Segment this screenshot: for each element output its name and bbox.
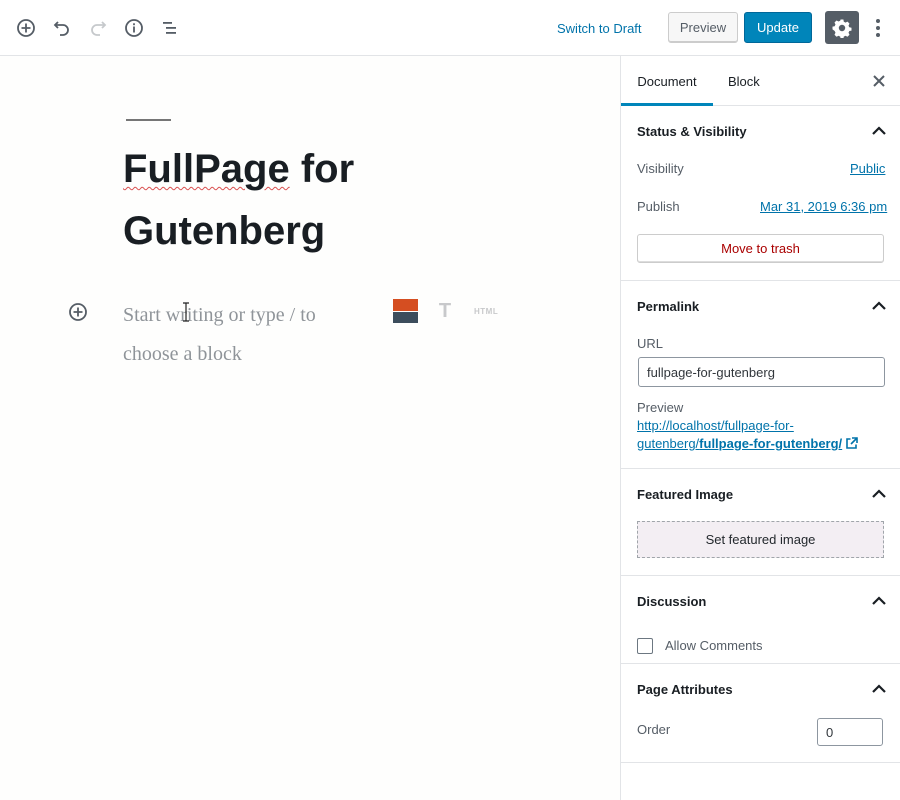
chevron-up-icon[interactable] — [871, 594, 887, 608]
block-inserter-button[interactable] — [67, 301, 89, 323]
external-link-icon[interactable] — [845, 437, 858, 450]
sidebar-tabs: Document Block — [621, 56, 900, 106]
allow-comments-label[interactable]: Allow Comments — [665, 638, 763, 653]
url-label: URL — [637, 336, 664, 351]
preview-link-slug[interactable]: fullpage-for-gutenberg/ — [699, 436, 842, 451]
chevron-up-icon[interactable] — [871, 682, 887, 696]
publish-label: Publish — [637, 199, 680, 214]
chevron-up-icon[interactable] — [871, 124, 887, 138]
publish-date-toggle[interactable]: Mar 31, 2019 6:36 pm — [760, 199, 887, 214]
preview-link-mid[interactable]: gutenberg/ — [637, 436, 699, 451]
chevron-up-icon[interactable] — [871, 487, 887, 501]
block-navigation-icon[interactable] — [156, 14, 184, 42]
url-slug-input[interactable] — [638, 357, 885, 387]
redo-icon[interactable] — [84, 14, 112, 42]
update-button[interactable]: Update — [744, 12, 812, 43]
order-input[interactable] — [817, 718, 883, 746]
close-icon — [873, 75, 885, 87]
header-toolbar: Switch to Draft Preview Update — [0, 0, 900, 56]
settings-button[interactable] — [825, 11, 859, 44]
post-title-line2: Gutenberg — [123, 209, 326, 253]
panel-page-attributes: Page Attributes Order — [621, 664, 900, 763]
panel-featured-image-toggle[interactable]: Featured Image — [637, 469, 885, 519]
order-label: Order — [637, 722, 671, 737]
info-icon[interactable] — [120, 14, 148, 42]
settings-sidebar: Document Block Status & Visibility Visib… — [620, 56, 900, 800]
heading-block-icon[interactable]: T — [437, 300, 453, 323]
set-featured-image-button[interactable]: Set featured image — [637, 521, 884, 558]
post-title-word: FullPage — [123, 147, 290, 191]
block-shortcuts: T HTML — [393, 298, 498, 324]
more-menu-button[interactable] — [868, 14, 888, 42]
preview-link-start[interactable]: http://localhost/fullpage-for- — [637, 418, 794, 433]
preview-label: Preview — [637, 400, 684, 415]
gallery-block-icon[interactable] — [393, 299, 418, 323]
post-title-rest: for — [289, 147, 355, 191]
visibility-label: Visibility — [637, 161, 684, 176]
text-cursor-icon — [181, 302, 191, 322]
panel-permalink: Permalink URL Preview http://localhost/f… — [621, 281, 900, 469]
panel-status-visibility-toggle[interactable]: Status & Visibility — [637, 106, 885, 156]
block-placeholder[interactable]: Start writing or type / to choose a bloc… — [123, 296, 373, 374]
add-block-icon[interactable] — [12, 14, 40, 42]
preview-button[interactable]: Preview — [668, 12, 738, 43]
tab-document[interactable]: Document — [621, 56, 713, 106]
post-title[interactable]: FullPage for Gutenberg — [123, 138, 543, 262]
preview-permalink: http://localhost/fullpage-for-gutenberg/… — [637, 417, 887, 453]
add-block-icon — [69, 303, 87, 321]
html-block-icon[interactable]: HTML — [474, 307, 498, 316]
undo-icon[interactable] — [48, 14, 76, 42]
close-sidebar-button[interactable] — [869, 71, 889, 91]
panel-permalink-toggle[interactable]: Permalink — [637, 281, 885, 331]
panel-discussion-toggle[interactable]: Discussion — [637, 576, 885, 626]
switch-to-draft-button[interactable]: Switch to Draft — [550, 12, 649, 44]
gear-icon — [832, 19, 852, 38]
tab-block[interactable]: Block — [728, 56, 760, 106]
panel-featured-image: Featured Image Set featured image — [621, 469, 900, 576]
panel-status-visibility: Status & Visibility Visibility Public Pu… — [621, 106, 900, 281]
title-separator — [126, 119, 171, 121]
allow-comments-checkbox[interactable] — [637, 638, 653, 654]
move-to-trash-button[interactable]: Move to trash — [637, 234, 884, 263]
panel-discussion: Discussion Allow Comments — [621, 576, 900, 664]
editor-canvas: FullPage for Gutenberg Start writing or … — [0, 56, 620, 800]
chevron-up-icon[interactable] — [871, 299, 887, 313]
panel-page-attributes-toggle[interactable]: Page Attributes — [637, 664, 885, 714]
visibility-toggle[interactable]: Public — [850, 161, 885, 176]
more-vertical-icon — [876, 19, 880, 37]
